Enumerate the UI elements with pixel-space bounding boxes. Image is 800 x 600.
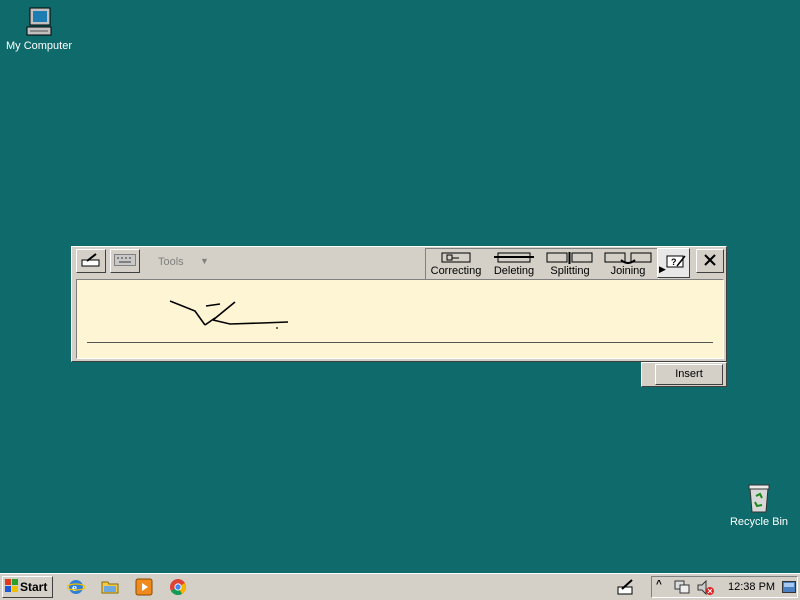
- keyboard-icon: [114, 253, 136, 269]
- desktop-icon-recycle-bin[interactable]: Recycle Bin: [721, 482, 797, 528]
- desktop-icon-my-computer[interactable]: My Computer: [1, 6, 77, 52]
- start-button[interactable]: Start: [2, 576, 53, 598]
- writing-pad[interactable]: [76, 279, 724, 359]
- input-panel-window: Tools ▼ Correcting Deleting Splitting Jo…: [71, 246, 727, 362]
- chevron-down-icon[interactable]: ▼: [200, 256, 209, 266]
- close-button[interactable]: [696, 249, 724, 273]
- handwriting-ink: [169, 300, 289, 329]
- clock[interactable]: 12:38 PM: [728, 581, 775, 593]
- deleting-icon: [494, 252, 534, 263]
- splitting-icon: [546, 252, 593, 264]
- start-label: Start: [20, 580, 48, 594]
- gesture-label: Deleting: [493, 265, 535, 277]
- internet-explorer-icon[interactable]: e: [66, 578, 86, 596]
- svg-text:?: ?: [671, 257, 677, 267]
- correcting-icon: [441, 252, 471, 263]
- media-player-icon[interactable]: [135, 578, 153, 596]
- gesture-deleting[interactable]: Deleting: [488, 249, 540, 279]
- help-pad-icon: ?: [666, 254, 686, 271]
- gesture-label: Joining: [610, 265, 646, 277]
- gesture-label: Splitting: [550, 265, 590, 277]
- my-computer-icon: [23, 6, 55, 38]
- gesture-splitting[interactable]: Splitting: [543, 249, 597, 279]
- gesture-joining[interactable]: Joining: [600, 249, 656, 279]
- insert-button[interactable]: Insert: [655, 364, 723, 385]
- pen-pad-icon: [81, 252, 101, 270]
- joining-icon: [604, 252, 652, 264]
- tablet-input-tray-icon[interactable]: [617, 579, 635, 595]
- desktop-icon-label: My Computer: [5, 40, 73, 52]
- recycle-bin-icon: [743, 482, 775, 514]
- taskbar: Start e ^ 12:38 PM: [0, 573, 800, 600]
- gesture-label: Correcting: [430, 265, 482, 277]
- gesture-demo-button[interactable]: ▶ ?: [657, 248, 690, 278]
- close-icon: [704, 253, 716, 269]
- system-tray: ^ 12:38 PM: [651, 576, 798, 598]
- keyboard-button[interactable]: [110, 249, 140, 273]
- gesture-correcting[interactable]: Correcting: [426, 249, 486, 279]
- writing-baseline: [87, 342, 713, 343]
- network-icon[interactable]: [674, 580, 690, 598]
- gesture-toolbar: Correcting Deleting Splitting Joining: [425, 248, 659, 280]
- chrome-icon[interactable]: [169, 578, 187, 596]
- windows-logo-icon: [5, 578, 19, 596]
- play-icon: ▶: [659, 264, 666, 274]
- writing-pad-button[interactable]: [76, 249, 106, 273]
- volume-muted-icon[interactable]: [697, 579, 715, 599]
- chevron-up-icon[interactable]: ^: [656, 579, 662, 590]
- insert-panel: Insert: [641, 362, 727, 387]
- tools-menu[interactable]: Tools: [158, 256, 184, 268]
- folder-icon[interactable]: [101, 578, 119, 596]
- show-desktop-icon[interactable]: [782, 581, 796, 596]
- desktop-icon-label: Recycle Bin: [729, 516, 789, 528]
